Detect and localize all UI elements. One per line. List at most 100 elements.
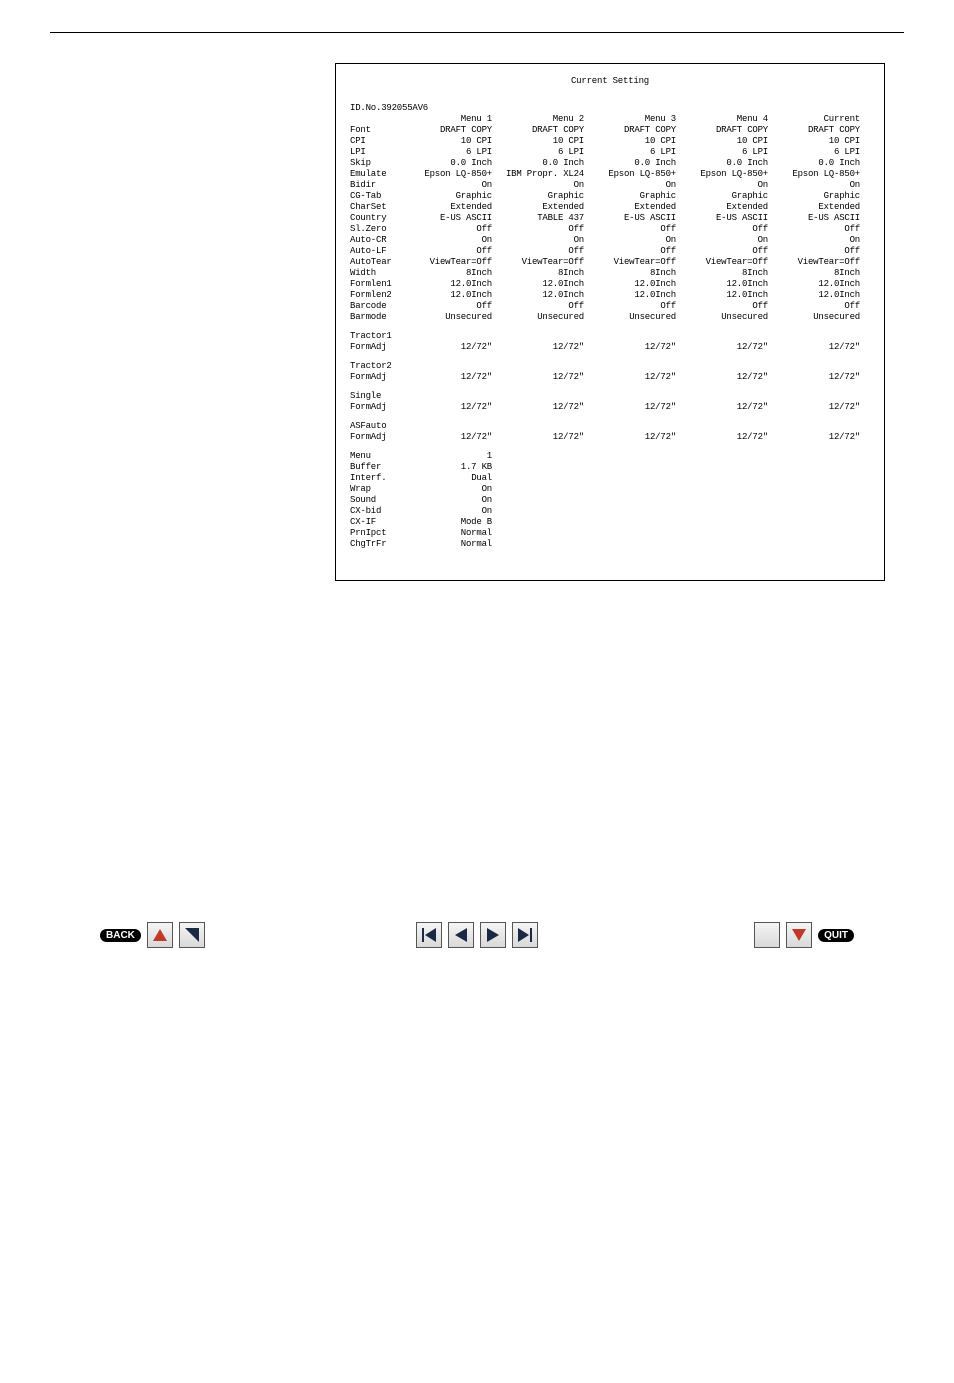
red-up-triangle-icon [153,929,167,941]
row-label: FormAdj [350,372,400,383]
row-value: Off [772,301,860,312]
row-value: 12.0Inch [588,279,676,290]
first-page-icon [422,928,436,942]
row-value: Normal [404,528,492,539]
next-triangle-down-button[interactable] [786,922,812,948]
row-value: 12/72" [404,432,492,443]
settings-printout: Current Setting ID.No.392055AV6 Menu 1 M… [335,63,885,581]
row-value: 12/72" [588,402,676,413]
row-label: ChgTrFr [350,539,400,550]
row-value: Extended [680,202,768,213]
row-value: 8Inch [496,268,584,279]
row-value: Off [496,224,584,235]
row-label: Barcode [350,301,400,312]
footer-row: CX-bidOn [350,506,870,517]
row-value: On [496,235,584,246]
settings-row: Auto-CROnOnOnOnOn [350,235,870,246]
row-label: FormAdj [350,432,400,443]
footer-row: SoundOn [350,495,870,506]
row-label: Sl.Zero [350,224,400,235]
row-value: Unsecured [680,312,768,323]
printout-title: Current Setting [350,76,870,87]
row-value: ViewTear=Off [772,257,860,268]
row-value: On [404,180,492,191]
row-value: 12/72" [588,432,676,443]
prev-triangle-up-button[interactable] [147,922,173,948]
row-label: Emulate [350,169,400,180]
row-value: Off [404,224,492,235]
row-value: 1.7 KB [404,462,492,473]
forward-triangle-button[interactable] [179,922,205,948]
row-value: 12.0Inch [772,290,860,301]
row-label: CharSet [350,202,400,213]
row-value: DRAFT COPY [404,125,492,136]
row-value: IBM Propr. XL24 [496,169,584,180]
footer-row: Menu 1 [350,451,870,462]
row-value: 12/72" [680,342,768,353]
row-value: 12/72" [680,402,768,413]
row-label: FormAdj [350,342,400,353]
quit-label: QUIT [818,929,854,942]
next-page-button[interactable] [480,922,506,948]
footer-row: WrapOn [350,484,870,495]
row-value: 8Inch [680,268,768,279]
settings-row: CG-TabGraphicGraphicGraphicGraphicGraphi… [350,191,870,202]
row-value: 12/72" [772,402,860,413]
row-value: Off [404,246,492,257]
row-value: On [404,495,492,506]
section-header: Tractor2 [350,361,870,372]
row-value: Epson LQ-850+ [404,169,492,180]
row-value: 12/72" [404,342,492,353]
row-value: 12.0Inch [588,290,676,301]
row-value: Graphic [680,191,768,202]
row-label: FormAdj [350,402,400,413]
row-value: 1 [404,451,492,462]
row-value: DRAFT COPY [680,125,768,136]
row-label: Wrap [350,484,400,495]
row-value: On [404,506,492,517]
row-value: Graphic [772,191,860,202]
row-value: Epson LQ-850+ [588,169,676,180]
row-value: 8Inch [404,268,492,279]
row-label: Barmode [350,312,400,323]
row-label: Menu [350,451,400,462]
footer-row: ChgTrFrNormal [350,539,870,550]
row-value: On [588,180,676,191]
first-page-button[interactable] [416,922,442,948]
row-value: 0.0 Inch [680,158,768,169]
last-page-button[interactable] [512,922,538,948]
section-row: FormAdj12/72"12/72"12/72"12/72"12/72" [350,372,870,383]
section-header-label: Single [350,391,400,402]
section-header-label: ASFauto [350,421,400,432]
row-label: Interf. [350,473,400,484]
row-value: Mode B [404,517,492,528]
row-value: E-US ASCII [588,213,676,224]
settings-row: CountryE-US ASCIITABLE 437E-US ASCIIE-US… [350,213,870,224]
prev-page-button[interactable] [448,922,474,948]
settings-row: CharSetExtendedExtendedExtendedExtendedE… [350,202,870,213]
settings-row: BarcodeOffOffOffOffOff [350,301,870,312]
section-header-label: Tractor2 [350,361,400,372]
blank-button[interactable] [754,922,780,948]
row-value: Unsecured [588,312,676,323]
row-value: 12/72" [496,342,584,353]
row-value: Off [680,224,768,235]
row-value: Off [680,246,768,257]
row-value: 12/72" [404,402,492,413]
dark-triangle-right-icon [185,928,199,942]
printout-id: ID.No.392055AV6 [350,103,870,114]
row-value: ViewTear=Off [404,257,492,268]
top-rule [50,32,904,33]
settings-row: CPI10 CPI10 CPI10 CPI10 CPI10 CPI [350,136,870,147]
settings-row: AutoTearViewTear=OffViewTear=OffViewTear… [350,257,870,268]
row-value: Unsecured [496,312,584,323]
row-value: 12/72" [588,372,676,383]
settings-row: BidirOnOnOnOnOn [350,180,870,191]
row-label: Font [350,125,400,136]
row-value: 12.0Inch [680,279,768,290]
row-label: CG-Tab [350,191,400,202]
section-row: FormAdj12/72"12/72"12/72"12/72"12/72" [350,402,870,413]
row-label: AutoTear [350,257,400,268]
footer-row: Buffer1.7 KB [350,462,870,473]
row-value: Graphic [588,191,676,202]
